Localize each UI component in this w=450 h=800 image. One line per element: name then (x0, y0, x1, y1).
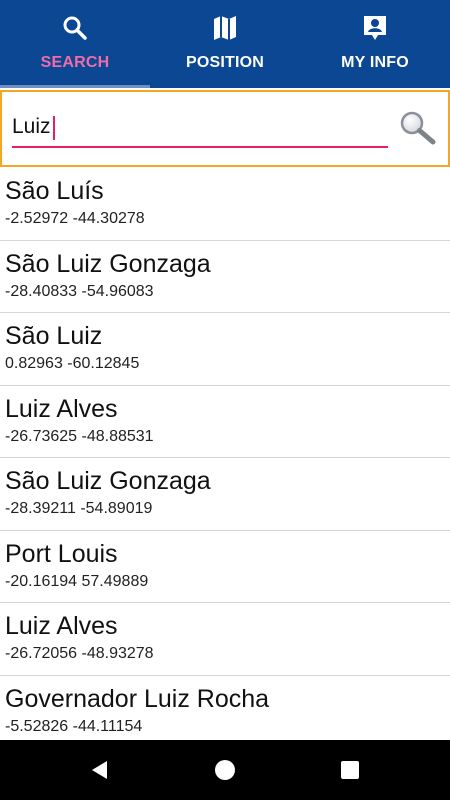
place-coords: 0.82963 -60.12845 (5, 355, 140, 372)
map-icon (211, 14, 239, 42)
place-coords: -28.39211 -54.89019 (5, 500, 153, 517)
place-coords: -5.52826 -44.11154 (5, 717, 143, 735)
place-coords: -26.73625 -48.88531 (5, 427, 154, 445)
place-name: Governador Luiz Rocha (5, 684, 270, 713)
list-item[interactable]: São Luís -2.52972 -44.30278 (0, 168, 450, 241)
list-item[interactable]: Port Louis -20.16194 57.49889 (0, 531, 450, 603)
home-circle-icon[interactable] (213, 758, 237, 782)
list-item[interactable]: Luiz Alves -26.73625 -48.88531 (0, 386, 450, 458)
list-item[interactable]: São Luiz Gonzaga -28.40833 -54.96083 (0, 241, 450, 313)
tab-search-label: SEARCH (40, 54, 110, 71)
magnifier-icon[interactable] (398, 110, 438, 146)
list-item[interactable]: São Luiz Gonzaga -28.39211 -54.89019 (0, 458, 450, 531)
place-name: São Luiz Gonzaga (5, 467, 211, 495)
place-name: Port Louis (5, 539, 118, 568)
place-coords: -2.52972 -44.30278 (5, 210, 145, 227)
search-input[interactable] (12, 108, 388, 148)
list-item[interactable]: São Luiz 0.82963 -60.12845 (0, 313, 450, 386)
text-cursor (53, 116, 55, 140)
list-item[interactable]: Luiz Alves -26.72056 -48.93278 (0, 603, 450, 676)
place-coords: -26.72056 -48.93278 (5, 645, 154, 662)
search-box (0, 90, 450, 167)
place-name: São Luís (5, 177, 104, 205)
place-name: Luiz Alves (5, 394, 118, 423)
system-nav-bar (0, 740, 450, 800)
place-name: São Luiz (5, 322, 103, 350)
results-list: São Luís -2.52972 -44.30278 São Luiz Gon… (0, 168, 450, 740)
tab-search[interactable]: SEARCH (0, 0, 150, 88)
tab-my-info-label: MY INFO (341, 54, 409, 71)
recents-square-icon[interactable] (338, 758, 362, 782)
contact-card-icon (361, 14, 389, 42)
back-triangle-icon[interactable] (88, 758, 112, 782)
tab-bar: SEARCH POSITION MY INFO (0, 0, 450, 88)
tab-position[interactable]: POSITION (150, 0, 300, 88)
place-name: São Luiz Gonzaga (5, 249, 211, 278)
place-name: Luiz Alves (5, 612, 118, 640)
tab-my-info[interactable]: MY INFO (300, 0, 450, 88)
place-coords: -20.16194 57.49889 (5, 572, 149, 590)
search-icon (61, 14, 89, 42)
tab-position-label: POSITION (185, 54, 265, 71)
place-coords: -28.40833 -54.96083 (5, 282, 154, 300)
list-item[interactable]: Governador Luiz Rocha -5.52826 -44.11154 (0, 676, 450, 741)
